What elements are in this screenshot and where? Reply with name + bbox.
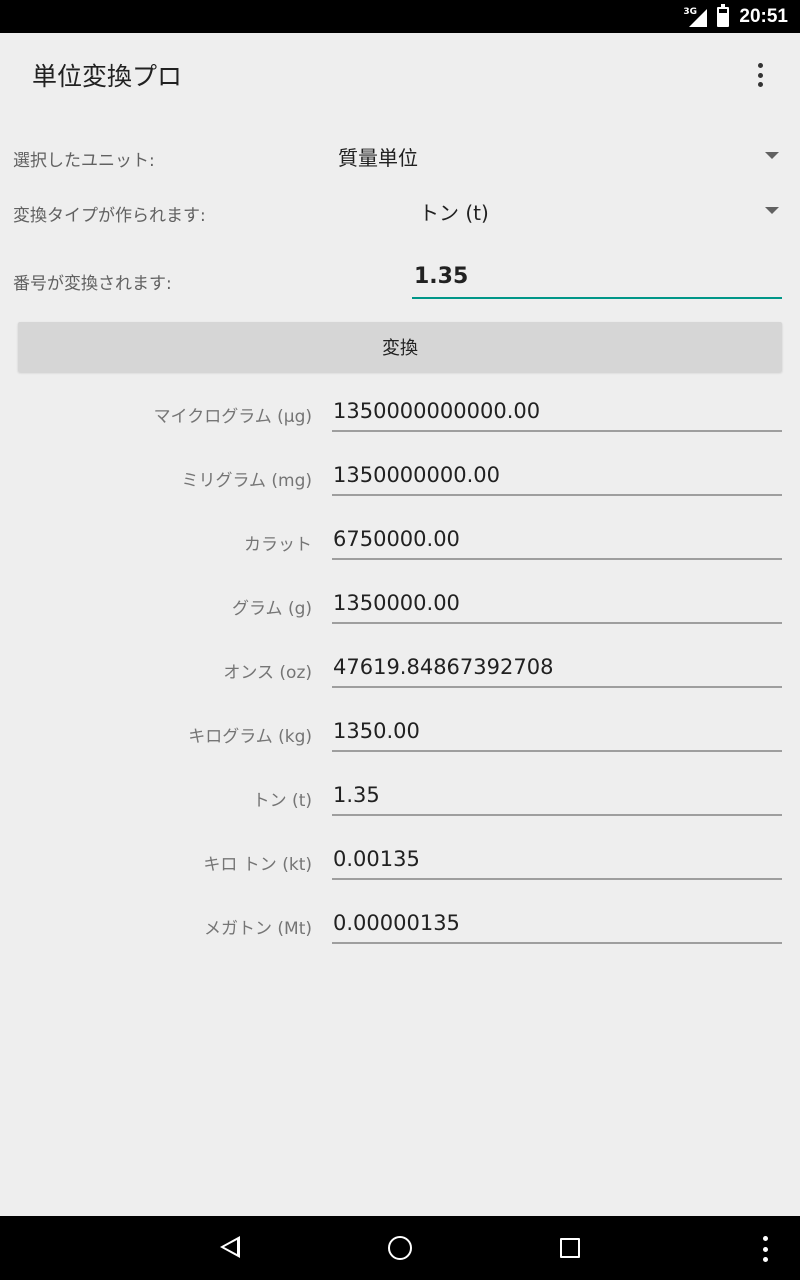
conversion-type-label: 変換タイプが作られます: xyxy=(13,206,206,226)
result-label: トン (t) xyxy=(252,791,312,811)
result-row: オンス (oz) xyxy=(0,644,800,708)
recents-icon[interactable] xyxy=(560,1238,580,1258)
app-title: 単位変換プロ xyxy=(32,62,183,91)
navigation-bar xyxy=(0,1216,800,1280)
result-row: メガトン (Mt) xyxy=(0,900,800,964)
result-label: ミリグラム (mg) xyxy=(181,471,312,491)
back-icon[interactable] xyxy=(220,1236,240,1258)
dropdown-arrow-icon[interactable] xyxy=(765,207,779,214)
cell-signal-icon: 3G xyxy=(683,7,708,27)
home-icon[interactable] xyxy=(388,1236,412,1260)
result-label: オンス (oz) xyxy=(223,663,312,683)
result-value-field[interactable] xyxy=(332,776,782,816)
result-row: マイクログラム (μg) xyxy=(0,388,800,452)
result-row: ミリグラム (mg) xyxy=(0,452,800,516)
result-value-field[interactable] xyxy=(332,904,782,944)
result-label: マイクログラム (μg) xyxy=(153,407,312,427)
unit-category-label: 選択したユニット: xyxy=(13,151,155,171)
unit-category-spinner[interactable]: 選択したユニット: 質量単位 xyxy=(0,138,800,174)
result-value-field[interactable] xyxy=(332,520,782,560)
number-input-row: 番号が変換されます: xyxy=(0,255,800,301)
menu-icon[interactable] xyxy=(762,1236,768,1262)
result-label: メガトン (Mt) xyxy=(203,919,312,939)
dropdown-arrow-icon[interactable] xyxy=(765,152,779,159)
conversion-type-value[interactable]: トン (t) xyxy=(419,197,489,226)
result-row: グラム (g) xyxy=(0,580,800,644)
number-input-label: 番号が変換されます: xyxy=(13,274,172,294)
result-row: キロ トン (kt) xyxy=(0,836,800,900)
status-bar: 3G 20:51 xyxy=(0,0,800,33)
conversion-type-spinner[interactable]: 変換タイプが作られます: トン (t) xyxy=(0,193,800,229)
result-value-field[interactable] xyxy=(332,456,782,496)
result-label: グラム (g) xyxy=(232,599,312,619)
result-label: カラット xyxy=(244,535,312,555)
status-time: 20:51 xyxy=(739,5,788,27)
result-value-field[interactable] xyxy=(332,584,782,624)
result-value-field[interactable] xyxy=(332,840,782,880)
result-value-field[interactable] xyxy=(332,648,782,688)
result-row: キログラム (kg) xyxy=(0,708,800,772)
result-label: キロ トン (kt) xyxy=(203,855,312,875)
unit-category-value[interactable]: 質量単位 xyxy=(338,142,418,171)
app-bar: 単位変換プロ xyxy=(0,33,800,117)
result-value-field[interactable] xyxy=(332,392,782,432)
overflow-menu-icon[interactable] xyxy=(748,63,772,87)
result-value-field[interactable] xyxy=(332,712,782,752)
result-label: キログラム (kg) xyxy=(188,727,312,747)
result-row: カラット xyxy=(0,516,800,580)
result-row: トン (t) xyxy=(0,772,800,836)
convert-button[interactable]: 変換 xyxy=(18,322,782,372)
battery-icon xyxy=(717,3,730,27)
number-input[interactable] xyxy=(412,255,782,299)
